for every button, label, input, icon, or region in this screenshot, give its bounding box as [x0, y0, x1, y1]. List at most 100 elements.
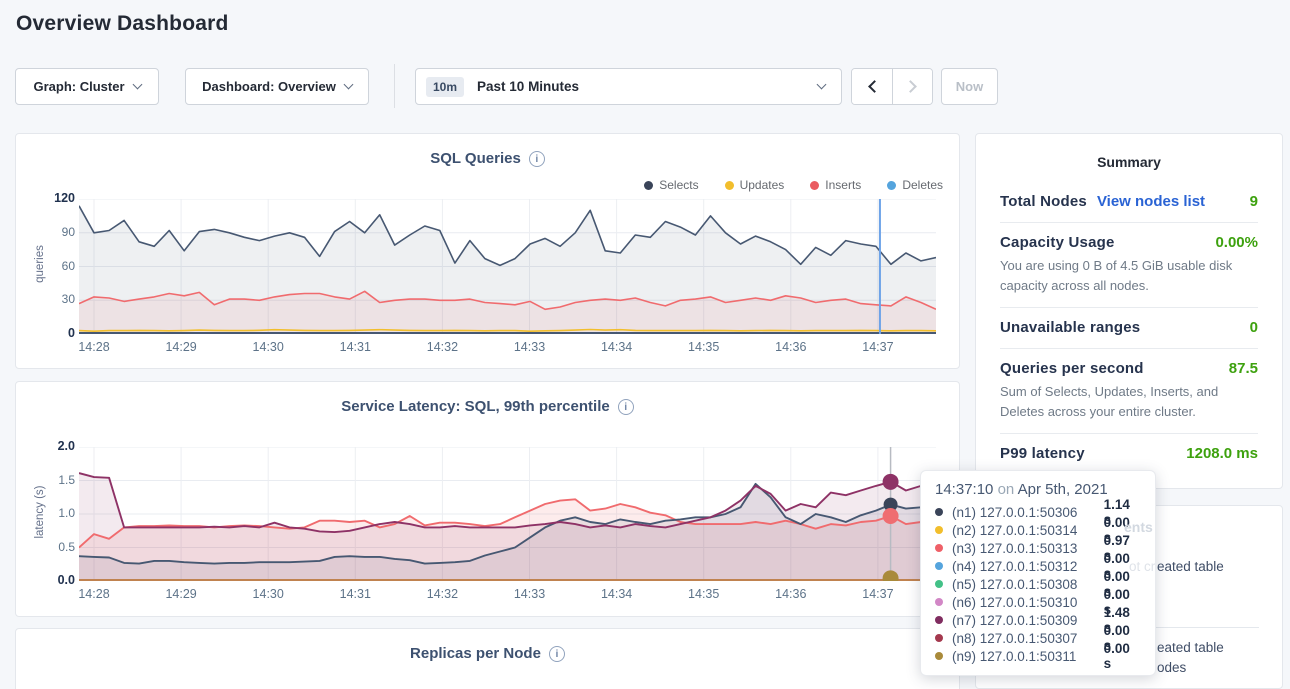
x-axis-tick: 14:28: [70, 587, 118, 601]
series-dot-icon: [935, 526, 943, 534]
tooltip-node-label: (n6) 127.0.0.1:50310: [952, 595, 1104, 610]
time-range-dropdown[interactable]: 10m Past 10 Minutes: [415, 68, 842, 105]
y-axis-tick: 2.0: [17, 439, 75, 453]
sql-queries-title-row: SQL Queries: [16, 150, 959, 167]
y-axis-tick: 90: [17, 225, 75, 239]
x-axis-tick: 14:36: [767, 340, 815, 354]
y-axis-tick: 1.5: [17, 473, 75, 487]
chevron-right-icon: [904, 80, 917, 93]
graph-dropdown-label: Graph: Cluster: [33, 79, 124, 94]
y-axis-tick: 120: [17, 191, 75, 205]
y-axis-tick: 0.0: [17, 573, 75, 587]
event-row-fragment: eated table: [1157, 559, 1224, 574]
replicas-card: Replicas per Node: [15, 628, 960, 689]
tooltip-rows: (n1) 127.0.0.1:503061.14 s(n2) 127.0.0.1…: [935, 503, 1141, 665]
graph-dropdown[interactable]: Graph: Cluster: [15, 68, 159, 105]
overview-dashboard-page: Overview Dashboard Graph: Cluster Dashbo…: [0, 0, 1290, 689]
legend-dot-icon: [887, 181, 896, 190]
info-icon[interactable]: [529, 151, 545, 167]
legend-item: Deletes: [887, 178, 943, 192]
x-axis-tick: 14:28: [70, 340, 118, 354]
chart-hover-tooltip: 14:37:10 on Apr 5th, 2021 (n1) 127.0.0.1…: [920, 470, 1156, 676]
tooltip-node-label: (n5) 127.0.0.1:50308: [952, 577, 1104, 592]
tooltip-node-label: (n8) 127.0.0.1:50307: [952, 631, 1104, 646]
legend-label: Deletes: [902, 178, 943, 192]
legend-label: Inserts: [825, 178, 861, 192]
legend-item: Selects: [644, 178, 698, 192]
time-range-badge: 10m: [426, 77, 464, 97]
qps-value: 87.5: [1229, 360, 1258, 377]
series-dot-icon: [935, 652, 943, 660]
series-dot-icon: [935, 634, 943, 642]
y-axis-tick: 30: [17, 292, 75, 306]
latency-plot[interactable]: [79, 447, 936, 581]
legend-item: Inserts: [810, 178, 861, 192]
x-axis-tick: 14:34: [593, 587, 641, 601]
dashboard-dropdown[interactable]: Dashboard: Overview: [185, 68, 369, 105]
summary-panel: Summary Total Nodes View nodes list 9 Ca…: [975, 133, 1283, 489]
x-axis-tick: 14:37: [854, 587, 902, 601]
capacity-desc: You are using 0 B of 4.5 GiB usable disk…: [1000, 256, 1258, 295]
x-axis-tick: 14:31: [331, 587, 379, 601]
event-row-fragment: eated table: [1157, 640, 1224, 655]
y-axis-tick: 0: [17, 326, 75, 340]
series-dot-icon: [935, 616, 943, 624]
total-nodes-label: Total Nodes: [1000, 193, 1087, 210]
tooltip-node-label: (n1) 127.0.0.1:50306: [952, 505, 1104, 520]
time-step-back-button[interactable]: [852, 69, 892, 104]
unavailable-ranges-label: Unavailable ranges: [1000, 319, 1140, 336]
unavailable-ranges-value: 0: [1250, 319, 1258, 336]
legend-item: Updates: [725, 178, 785, 192]
summary-row-capacity: Capacity Usage 0.00% You are using 0 B o…: [1000, 223, 1258, 308]
series-dot-icon: [935, 562, 943, 570]
p99-latency-value: 1208.0 ms: [1186, 445, 1258, 462]
time-range-label: Past 10 Minutes: [477, 79, 579, 94]
x-axis-tick: 14:31: [331, 340, 379, 354]
x-axis-tick: 14:32: [418, 340, 466, 354]
now-button[interactable]: Now: [941, 68, 998, 105]
time-step-forward-button[interactable]: [892, 69, 932, 104]
sql-queries-plot[interactable]: [79, 199, 936, 334]
tooltip-row: (n9) 127.0.0.1:503110.00 s: [935, 647, 1141, 665]
sql-queries-card: SQL Queries Selects Updates Inserts Deletes…: [15, 133, 960, 369]
event-row-fragment: odes: [1157, 660, 1186, 675]
time-step-group: [851, 68, 933, 105]
x-axis-tick: 14:30: [244, 340, 292, 354]
y-axis-tick: 60: [17, 259, 75, 273]
series-dot-icon: [935, 598, 943, 606]
tooltip-node-label: (n3) 127.0.0.1:50313: [952, 541, 1104, 556]
view-nodes-list-link[interactable]: View nodes list: [1097, 193, 1205, 210]
sql-legend: Selects Updates Inserts Deletes: [644, 178, 943, 192]
legend-label: Selects: [659, 178, 698, 192]
x-axis-tick: 14:36: [767, 587, 815, 601]
chevron-left-icon: [868, 80, 881, 93]
x-axis-tick: 14:29: [157, 340, 205, 354]
qps-label: Queries per second: [1000, 360, 1144, 377]
info-icon[interactable]: [549, 646, 565, 662]
x-axis-tick: 14:29: [157, 587, 205, 601]
summary-row-total-nodes: Total Nodes View nodes list 9: [1000, 182, 1258, 223]
info-icon[interactable]: [618, 399, 634, 415]
legend-label: Updates: [740, 178, 785, 192]
tooltip-timestamp: 14:37:10 on Apr 5th, 2021: [935, 481, 1141, 498]
latency-card: Service Latency: SQL, 99th percentile la…: [15, 381, 960, 617]
summary-row-p99: P99 latency 1208.0 ms: [1000, 434, 1258, 474]
x-axis-tick: 14:32: [418, 587, 466, 601]
controls-divider: [394, 64, 395, 108]
summary-header: Summary: [1000, 144, 1258, 182]
p99-latency-label: P99 latency: [1000, 445, 1085, 462]
tooltip-node-label: (n4) 127.0.0.1:50312: [952, 559, 1104, 574]
x-axis-tick: 14:30: [244, 587, 292, 601]
series-dot-icon: [935, 544, 943, 552]
tooltip-node-label: (n2) 127.0.0.1:50314: [952, 523, 1104, 538]
series-dot-icon: [935, 508, 943, 516]
x-axis-tick: 14:37: [854, 340, 902, 354]
x-axis-tick: 14:33: [506, 340, 554, 354]
tooltip-time: 14:37:10: [935, 481, 993, 498]
summary-row-qps: Queries per second 87.5 Sum of Selects, …: [1000, 349, 1258, 434]
page-title: Overview Dashboard: [16, 12, 229, 36]
events-header-fragment: ents: [1124, 519, 1153, 535]
legend-dot-icon: [644, 181, 653, 190]
y-axis-tick: 0.5: [17, 540, 75, 554]
tooltip-node-value: 0.00 s: [1104, 641, 1141, 671]
